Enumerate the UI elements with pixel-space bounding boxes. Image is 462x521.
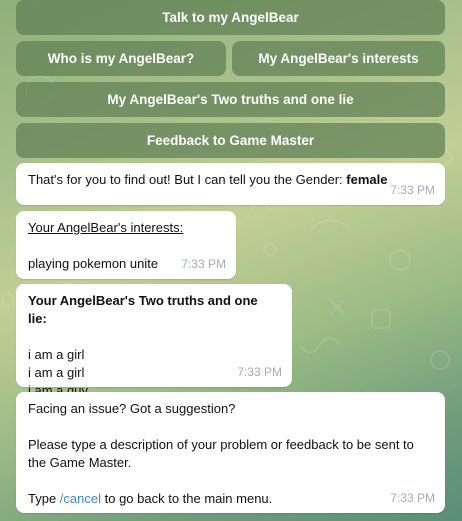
feedback-line-3-prefix: Type (28, 491, 60, 506)
message-timestamp: 7:33 PM (390, 491, 435, 505)
gender-message-bubble: That's for you to find out! But I can te… (16, 163, 445, 205)
gender-message-text: That's for you to find out! But I can te… (28, 171, 433, 189)
feedback-line-3: Type /cancel to go back to the main menu… (28, 490, 433, 508)
feedback-line-1: Facing an issue? Got a suggestion? (28, 401, 236, 416)
message-timestamp: 7:33 PM (390, 183, 435, 197)
who-is-angelbear-button[interactable]: Who is my AngelBear? (16, 41, 226, 76)
gender-value: female (346, 172, 388, 187)
talk-to-angelbear-button[interactable]: Talk to my AngelBear (16, 0, 445, 35)
message-timestamp: 7:33 PM (237, 365, 282, 379)
truth-item: i am a girl (28, 347, 85, 362)
feedback-line-2: Please type a description of your proble… (28, 437, 414, 470)
truths-heading: Your AngelBear's Two truths and one lie: (28, 293, 258, 326)
cancel-command-link[interactable]: /cancel (60, 491, 101, 506)
feedback-message-bubble: Facing an issue? Got a suggestion? Pleas… (16, 392, 445, 513)
message-timestamp: 7:33 PM (181, 257, 226, 271)
feedback-to-game-master-button[interactable]: Feedback to Game Master (16, 123, 445, 158)
interests-heading: Your AngelBear's interests: (28, 220, 184, 235)
interests-message-bubble: Your AngelBear's interests: playing poke… (16, 211, 236, 279)
gender-message-prefix: That's for you to find out! But I can te… (28, 172, 347, 187)
feedback-line-3-suffix: to go back to the main menu. (101, 491, 273, 506)
angelbear-interests-button[interactable]: My AngelBear's interests (232, 41, 445, 76)
truths-message-bubble: Your AngelBear's Two truths and one lie:… (16, 284, 292, 398)
two-truths-one-lie-button[interactable]: My AngelBear's Two truths and one lie (16, 82, 445, 117)
